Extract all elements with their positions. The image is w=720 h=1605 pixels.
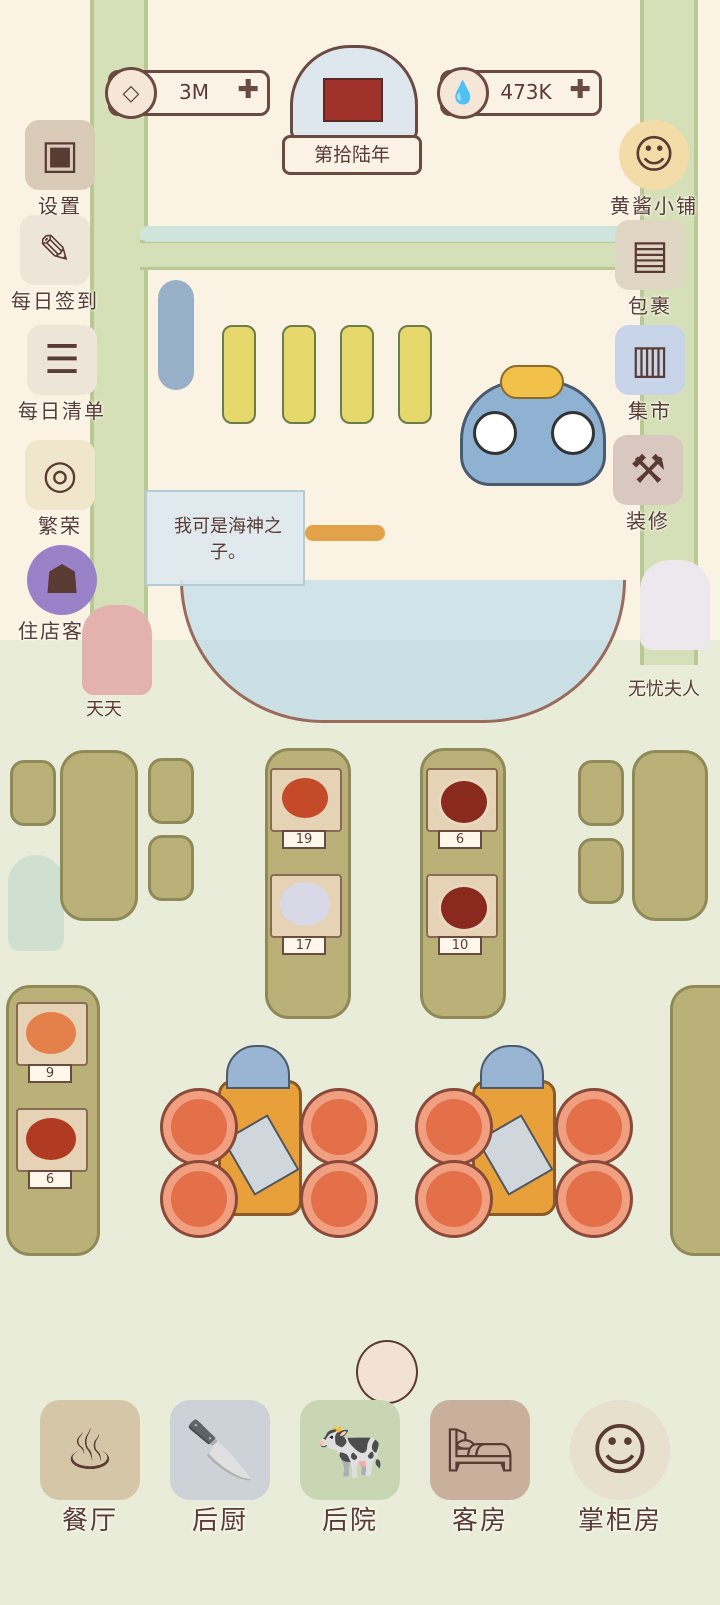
salmon-steak-icon [415,1160,493,1238]
empty-table[interactable] [632,750,708,921]
dish-plate[interactable] [426,768,498,832]
dish-count: 9 [28,1064,72,1083]
hanging-corn-decoration [340,325,374,424]
stool [10,760,56,826]
decorate-icon: ⚒ [613,435,683,505]
salmon-steak-icon [555,1160,633,1238]
hanging-corn-decoration [222,325,256,424]
dish-icon [438,778,490,826]
daily-list-icon: ☰ [27,325,97,395]
decorate-button[interactable]: ⚒ 装修 [598,435,698,534]
salmon-steak-icon [160,1088,238,1166]
top-beam [140,240,640,270]
dish-count: 6 [438,830,482,849]
stool [148,835,194,901]
dish-plate[interactable] [16,1002,88,1066]
wall-shelf [305,525,385,541]
water-value: 473K [500,80,552,104]
salmon-steak-icon [300,1088,378,1166]
character-name-tiantian: 天天 [86,699,122,720]
salmon-steak-icon [160,1160,238,1238]
salmon-steak-icon [415,1088,493,1166]
dish-count: 17 [282,936,326,955]
water-counter[interactable]: 💧 473K ✚ [437,67,602,119]
water-drop-icon: 💧 [437,67,489,119]
pavilion-icon [323,78,383,122]
dish-icon [26,1012,76,1054]
coin-icon: ◇ [105,67,157,119]
guest-room-icon: 🛏 [430,1400,530,1500]
dish-icon [26,1118,76,1160]
manager-room-icon: ☺ [570,1400,670,1500]
dish-count: 6 [28,1170,72,1189]
shop-icon: ☺ [619,120,689,190]
daily-checkin-icon: ✎ [20,215,90,285]
bag-icon: ▤ [615,220,685,290]
dish-plate[interactable] [426,874,498,938]
prosperity-icon: ◎ [25,440,95,510]
npc-peek-character[interactable] [356,1340,418,1404]
guests-icon: ☗ [27,545,97,615]
bag-button[interactable]: ▤ 包裹 [600,220,700,319]
salmon-steak-icon [300,1160,378,1238]
backyard-icon: 🐄 [300,1400,400,1500]
restaurant-icon: ♨ [40,1400,140,1500]
decorative-cloud-trim [140,226,640,242]
settings-icon: ▣ [25,120,95,190]
coin-counter[interactable]: ◇ 3M ✚ [105,67,270,119]
nav-kitchen[interactable]: 🔪 后厨 [160,1400,280,1537]
coin-value: 3M [179,80,209,104]
dining-table-partial[interactable] [670,985,720,1256]
hanging-corn-decoration [282,325,316,424]
gold-ingot-icon [500,365,564,399]
character-name-wuyou: 无忧夫人 [628,679,700,700]
customer-character[interactable] [8,855,64,951]
character-tiantian[interactable] [82,605,152,695]
dish-plate[interactable] [16,1108,88,1172]
market-icon: ▥ [615,325,685,395]
dish-count: 10 [438,936,482,955]
nav-restaurant[interactable]: ♨ 餐厅 [30,1400,150,1537]
kitchen-icon: 🔪 [170,1400,270,1500]
hanging-corn-decoration [398,325,432,424]
empty-table[interactable] [60,750,138,921]
character-wuyou[interactable] [640,560,710,650]
dish-icon [280,882,330,926]
daily-checkin-button[interactable]: ✎ 每日签到 [5,215,105,314]
settings-button[interactable]: ▣ 设置 [10,120,110,219]
speech-bubble-text: 我可是海神之子。 [174,516,282,563]
dish-icon [282,778,328,818]
prosperity-button[interactable]: ◎ 繁荣 [10,440,110,539]
stool [578,760,624,826]
stool [148,758,194,824]
daily-list-button[interactable]: ☰ 每日清单 [12,325,112,424]
dish-icon [438,884,490,932]
coin-add-button[interactable]: ✚ [237,77,259,103]
nav-manager-room[interactable]: ☺ 掌柜房 [560,1400,680,1537]
water-add-button[interactable]: ✚ [569,77,591,103]
hanging-fish-decoration [158,280,194,390]
stool [578,838,624,904]
nav-guest-room[interactable]: 🛏 客房 [420,1400,540,1537]
dish-plate[interactable] [270,768,342,832]
year-label: 第拾陆年 [282,135,422,175]
shop-button[interactable]: ☺ 黄酱小铺 [604,120,704,219]
dish-count: 19 [282,830,326,849]
market-button[interactable]: ▥ 集市 [600,325,700,424]
speech-bubble: 我可是海神之子。 [145,490,305,586]
salmon-steak-icon [555,1088,633,1166]
nav-backyard[interactable]: 🐄 后院 [290,1400,410,1537]
dish-plate[interactable] [270,874,342,938]
